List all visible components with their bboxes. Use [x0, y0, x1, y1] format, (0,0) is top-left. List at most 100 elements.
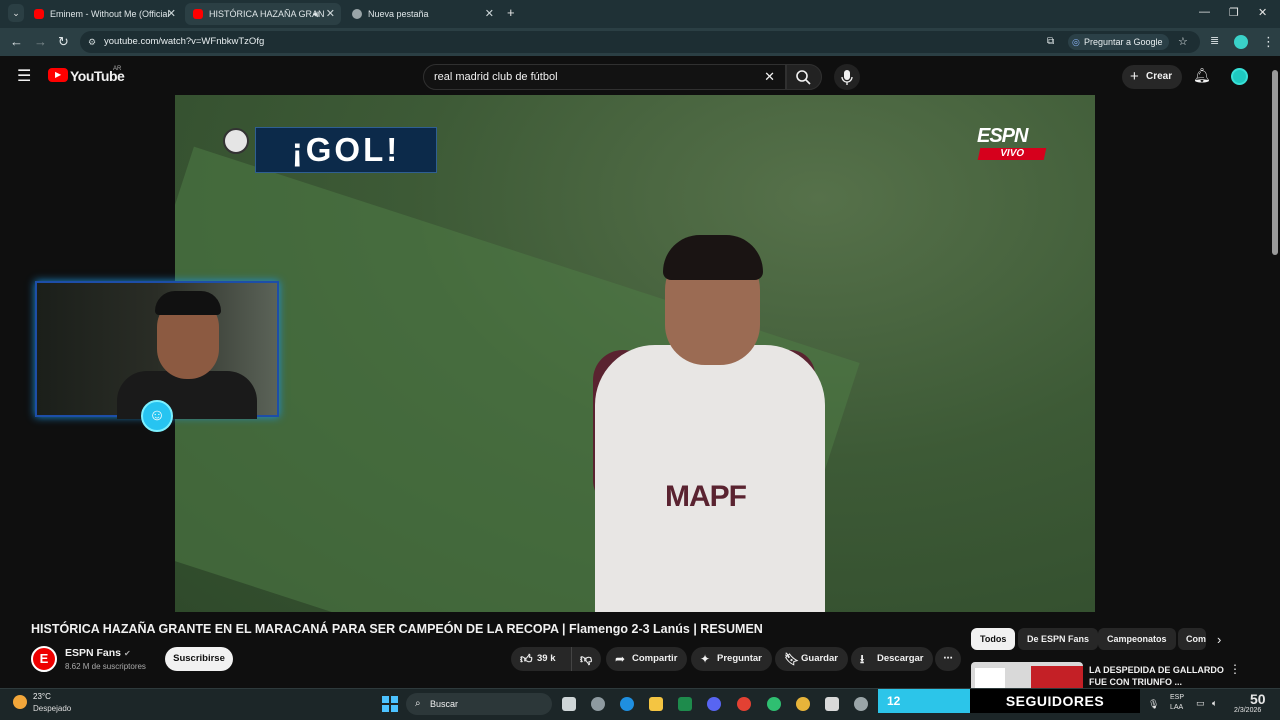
discord-icon[interactable] [707, 697, 721, 711]
site-info-icon[interactable]: ⚙ [88, 31, 96, 53]
clock-time[interactable]: 50 [1250, 691, 1266, 707]
share-label: Compartir [632, 653, 678, 664]
search-input[interactable]: real madrid club de fútbol ✕ [423, 64, 786, 90]
download-button[interactable]: ⭳ Descargar [851, 647, 934, 671]
globe-icon [352, 9, 362, 19]
google-lens-icon: ◎ [1072, 37, 1080, 47]
webcam-overlay [35, 281, 279, 419]
bookmark-star-icon[interactable]: ☆ [1178, 31, 1188, 53]
browser-tab-strip: ⌄ Eminem - Without Me (Official ✕ HISTÓR… [0, 0, 1280, 28]
chevron-right-icon[interactable]: › [1217, 632, 1221, 647]
dislike-button[interactable]: 👎︎ [571, 647, 601, 671]
more-vertical-icon[interactable]: ⋮ [1229, 662, 1241, 676]
verified-icon: ✔ [123, 649, 131, 658]
jersey-sponsor-text: MAPF [665, 480, 747, 513]
chrome-canary-icon[interactable] [796, 697, 810, 711]
recommended-video-title[interactable]: LA DESPEDIDA DE GALLARDO FUE CON TRIUNFO… [1089, 664, 1224, 688]
page-scrollbar[interactable] [1272, 70, 1278, 255]
tab-search-icon[interactable]: ⌄ [8, 4, 24, 22]
share-button[interactable]: ➦ Compartir [606, 647, 688, 671]
video-player[interactable]: MAPF ¡GOL! ESPN VIVO [175, 95, 1095, 612]
voice-search-button[interactable] [834, 64, 860, 90]
weather-moon-icon[interactable] [13, 695, 27, 709]
taskbar-search-placeholder: Buscar [430, 699, 459, 709]
windows-taskbar: 23°C Despejado ⌕ Buscar 12 SEGUIDORES 🎙︎… [0, 688, 1280, 720]
followers-count: 12 [878, 689, 970, 713]
tab-label: Eminem - Without Me (Official [50, 9, 170, 19]
microphone-tray-icon[interactable]: 🎙︎ [1148, 699, 1159, 710]
tab-historica[interactable]: HISTÓRICA HAZAÑA GRAN 🔊︎ ✕ [185, 3, 341, 25]
notifications-bell-icon[interactable]: 🔔︎ [1193, 67, 1211, 84]
ask-google-button[interactable]: ◎ Preguntar a Google [1068, 34, 1169, 50]
weather-temperature[interactable]: 23°C [33, 692, 51, 701]
task-view-icon[interactable] [562, 697, 576, 711]
url-text: youtube.com/watch?v=WFnbkwTzOfg [104, 36, 265, 47]
edge-browser-icon[interactable] [620, 697, 634, 711]
new-tab-button[interactable]: + [507, 5, 515, 20]
chrome-profile-icon[interactable] [767, 697, 781, 711]
chip-todos[interactable]: Todos [971, 628, 1016, 650]
more-horizontal-icon: ⋯ [943, 653, 953, 664]
taskbar-search[interactable]: ⌕ Buscar [406, 693, 552, 715]
chip-campeonatos[interactable]: Campeonatos [1098, 628, 1176, 650]
save-label: Guardar [801, 653, 838, 664]
back-icon[interactable]: ← [10, 34, 23, 49]
tab-new[interactable]: Nueva pestaña ✕ [344, 3, 500, 25]
save-button[interactable]: 🔖︎ Guardar [775, 647, 848, 671]
close-tab-icon[interactable]: ✕ [326, 3, 335, 25]
close-window-icon[interactable]: ✕ [1258, 6, 1267, 19]
soccer-ball-icon [223, 128, 249, 154]
store-icon[interactable] [825, 697, 839, 711]
clock-date[interactable]: 2/3/2026 [1234, 707, 1261, 714]
settings-gear-icon[interactable] [591, 697, 605, 711]
close-tab-icon[interactable]: ✕ [485, 3, 494, 25]
chip-com[interactable]: Com [1178, 628, 1206, 650]
video-title: HISTÓRICA HAZAÑA GRANTE EN EL MARACANÁ P… [31, 622, 763, 636]
youtube-logo-icon[interactable]: ▶ [48, 68, 68, 82]
excel-icon[interactable] [678, 697, 692, 711]
like-button[interactable]: 👍︎ 39 k [511, 647, 571, 671]
minimize-icon[interactable]: — [1199, 6, 1210, 18]
close-tab-icon[interactable]: ✕ [167, 3, 176, 25]
microphone-icon [841, 70, 853, 85]
language-top[interactable]: ESP [1170, 694, 1184, 701]
search-button[interactable] [786, 64, 822, 90]
obs-icon[interactable] [854, 697, 868, 711]
thumbs-up-icon: 👍︎ [520, 652, 533, 666]
channel-avatar[interactable]: E [31, 646, 57, 672]
tab-label: Nueva pestaña [368, 9, 429, 19]
reading-list-icon[interactable]: ≣ [1210, 34, 1219, 47]
speaker-icon[interactable]: 🔊︎ [313, 3, 319, 25]
smiley-badge-icon: ☺ [141, 400, 173, 432]
language-bottom[interactable]: LAA [1170, 704, 1183, 711]
chip-de-espn-fans[interactable]: De ESPN Fans [1018, 628, 1099, 650]
youtube-favicon-icon [193, 9, 203, 19]
clear-search-icon[interactable]: ✕ [764, 65, 775, 89]
channel-name[interactable]: ESPN Fans ✔ [65, 647, 131, 659]
profile-avatar[interactable] [1234, 35, 1248, 49]
gol-banner: ¡GOL! [255, 127, 437, 173]
chrome-icon[interactable] [737, 697, 751, 711]
url-input[interactable]: ⚙ youtube.com/watch?v=WFnbkwTzOfg ⧉ ◎ Pr… [80, 31, 1200, 53]
file-explorer-icon[interactable] [649, 697, 663, 711]
tab-eminem[interactable]: Eminem - Without Me (Official ✕ [26, 3, 182, 25]
network-icon[interactable]: ▭ [1196, 698, 1205, 709]
more-actions-button[interactable]: ⋯ [935, 647, 961, 671]
maximize-icon[interactable]: ❐ [1229, 6, 1239, 19]
account-avatar[interactable] [1231, 68, 1248, 85]
browser-menu-icon[interactable]: ⋮ [1262, 34, 1275, 50]
ask-button[interactable]: ✦ Preguntar [691, 647, 772, 671]
youtube-favicon-icon [34, 9, 44, 19]
hamburger-menu-icon[interactable]: ☰ [17, 66, 31, 86]
install-app-icon[interactable]: ⧉ [1047, 31, 1054, 53]
address-bar: ← → ↻ ⚙ youtube.com/watch?v=WFnbkwTzOfg … [0, 28, 1280, 56]
country-code: AR [113, 66, 122, 72]
subscribe-button[interactable]: Suscribirse [165, 647, 233, 671]
create-button[interactable]: + Crear [1122, 65, 1183, 89]
forward-icon[interactable]: → [34, 34, 47, 49]
create-label: Crear [1146, 71, 1173, 82]
volume-icon[interactable]: 🔈︎ [1212, 698, 1217, 709]
start-windows-icon[interactable] [382, 696, 398, 712]
reload-icon[interactable]: ↻ [58, 34, 69, 50]
weather-description[interactable]: Despejado [33, 704, 71, 713]
